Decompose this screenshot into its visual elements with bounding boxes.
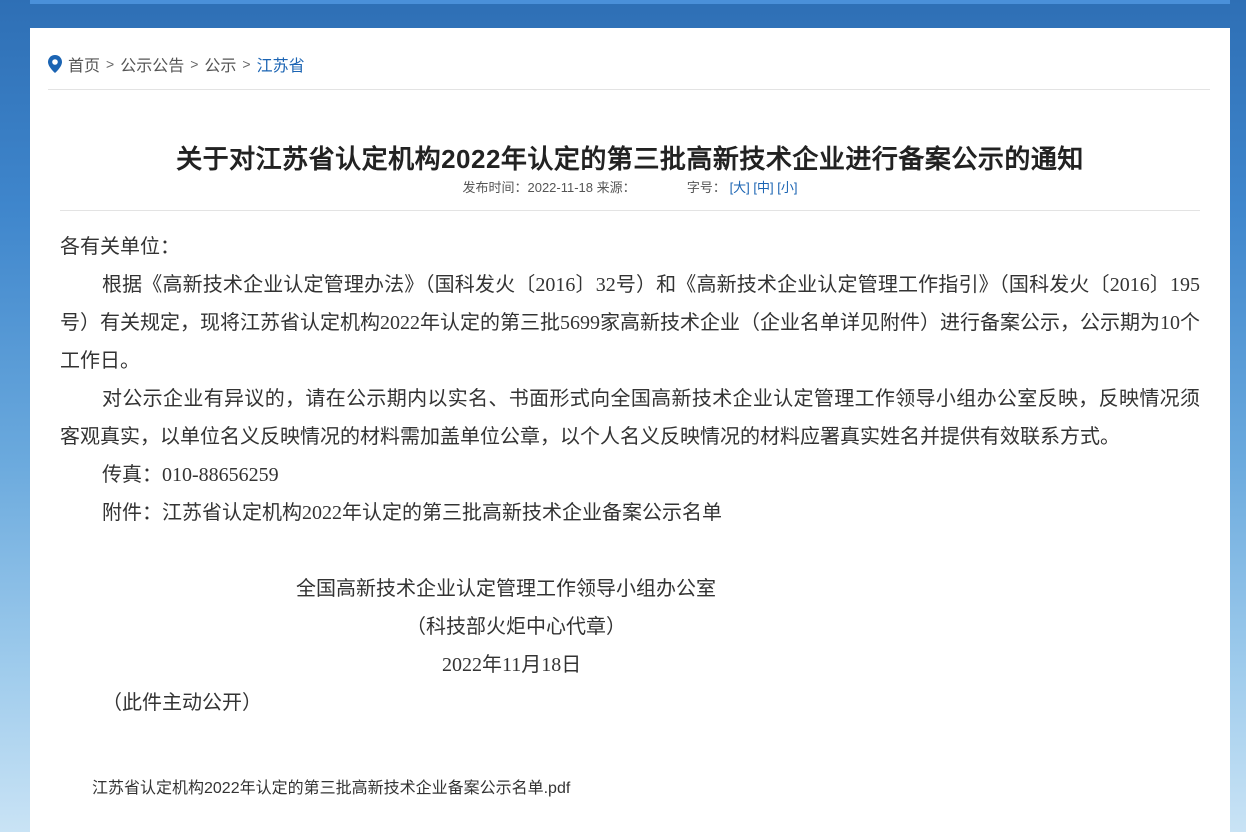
breadcrumb-home-link[interactable]: 首页 (68, 52, 100, 76)
signature-org: 全国高新技术企业认定管理工作领导小组办公室 (296, 578, 716, 600)
breadcrumb-public-notice-link[interactable]: 公示 (204, 52, 236, 76)
font-size-small-button[interactable]: [小] (777, 180, 797, 195)
breadcrumb: 首页 > 公示公告 > 公示 > 江苏省 (48, 52, 305, 76)
paragraph-objection: 对公示企业有异议的，请在公示期内以实名、书面形式向全国高新技术企业认定管理工作领… (60, 388, 1200, 448)
font-size-medium-button[interactable]: [中] (753, 180, 773, 195)
publish-date: 2022-11-18 (527, 180, 594, 195)
title-divider (60, 210, 1200, 211)
paragraph-basis: 根据《高新技术企业认定管理办法》（国科发火〔2016〕32号）和《高新技术企业认… (60, 274, 1200, 372)
content-panel: 首页 > 公示公告 > 公示 > 江苏省 关于对江苏省认定机构2022年认定的第… (30, 28, 1230, 832)
signature-date: 2022年11月18日 (442, 654, 582, 676)
breadcrumb-current-link[interactable]: 江苏省 (257, 52, 305, 76)
font-size-large-button[interactable]: [大] (730, 180, 750, 195)
publish-label: 发布时间： (462, 180, 528, 195)
top-banner-strip (30, 0, 1230, 4)
attachment-note: 附件：江苏省认定机构2022年认定的第三批高新技术企业备案公示名单 (102, 502, 722, 524)
breadcrumb-divider (48, 89, 1210, 90)
article-title: 关于对江苏省认定机构2022年认定的第三批高新技术企业进行备案公示的通知 (176, 144, 1084, 175)
breadcrumb-announcements-link[interactable]: 公示公告 (120, 52, 184, 76)
article-meta: 发布时间：2022-11-18 来源： 字号： [大] [中] [小] (30, 177, 1230, 196)
article-body: 各有关单位： 根据《高新技术企业认定管理办法》（国科发火〔2016〕32号）和《… (60, 228, 1200, 722)
fax-line: 传真：010-88656259 (102, 464, 279, 486)
signature-proxy: （科技部火炬中心代章） (406, 616, 626, 638)
breadcrumb-separator: > (242, 56, 251, 72)
salutation: 各有关单位： (60, 236, 180, 258)
source-label: 来源： (596, 180, 636, 195)
location-pin-icon (48, 55, 62, 73)
fontsize-label: 字号： (686, 180, 726, 195)
breadcrumb-separator: > (106, 56, 115, 72)
attachment-pdf-link[interactable]: 江苏省认定机构2022年认定的第三批高新技术企业备案公示名单.pdf (92, 774, 570, 798)
disclosure-note: （此件主动公开） (102, 692, 262, 714)
breadcrumb-separator: > (190, 56, 199, 72)
